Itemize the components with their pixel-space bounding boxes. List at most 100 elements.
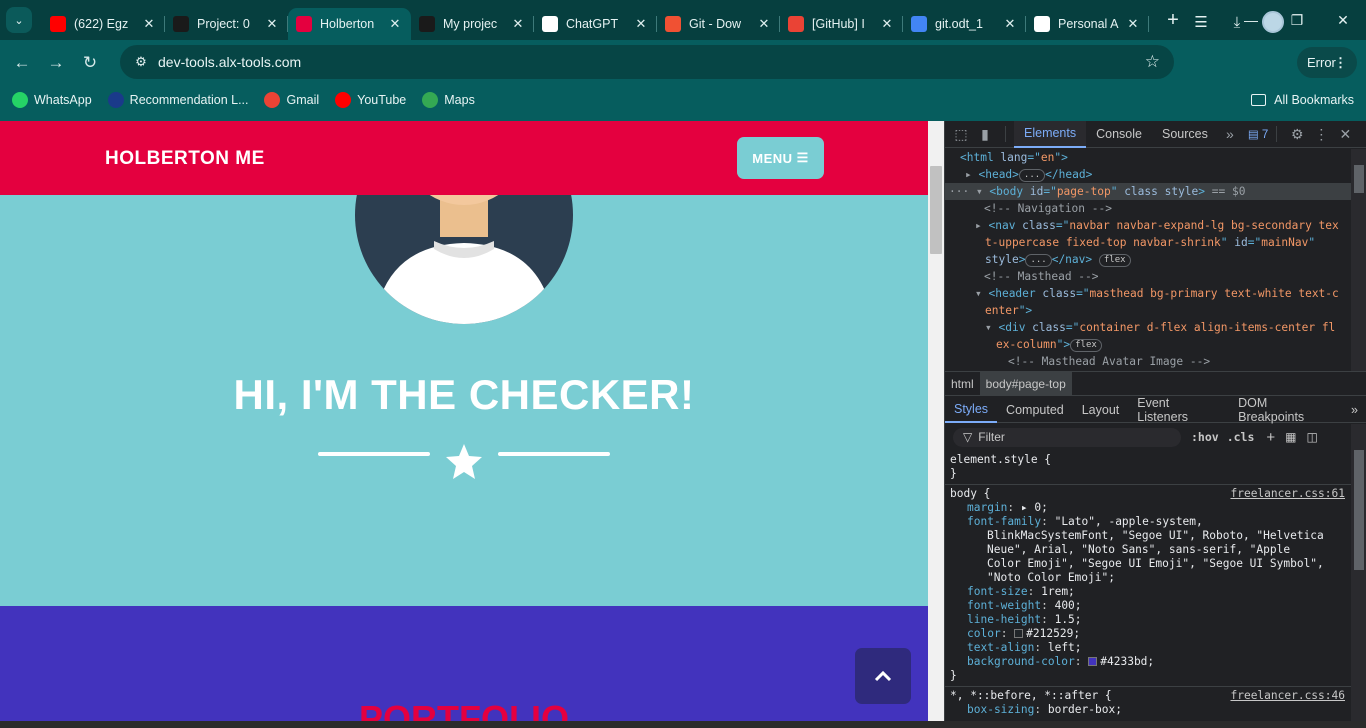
- devtools-tab-console[interactable]: Console: [1086, 121, 1152, 148]
- back-button[interactable]: ←: [5, 46, 39, 80]
- cls-toggle[interactable]: .cls: [1227, 430, 1255, 444]
- color-swatch[interactable]: [1088, 657, 1098, 666]
- close-tab-icon[interactable]: ✕: [1125, 16, 1141, 32]
- dom-node-body[interactable]: ··· ▾ <body id="page-top" class style> =…: [945, 183, 1351, 200]
- add-rule-icon[interactable]: +: [1266, 429, 1275, 446]
- all-bookmarks-label: All Bookmarks: [1274, 93, 1354, 107]
- media-controls-icon[interactable]: ☰: [1188, 8, 1214, 36]
- rule-body[interactable]: body { freelancer.css:61 margin: ▸ 0; fo…: [945, 485, 1351, 687]
- rule-source-link[interactable]: freelancer.css:46: [1230, 689, 1345, 703]
- styles-filter-input[interactable]: ▽ Filter: [953, 427, 1181, 447]
- bookmark-item[interactable]: YouTube: [335, 92, 406, 108]
- dom-scrollbar[interactable]: [1351, 149, 1366, 371]
- devtools-tab-sources[interactable]: Sources: [1152, 121, 1218, 148]
- bookmark-item[interactable]: Gmail: [264, 92, 319, 108]
- devtools-tab-elements[interactable]: Elements: [1014, 120, 1087, 148]
- sidebar-toggle-icon[interactable]: ◫: [1307, 430, 1318, 444]
- close-window-button[interactable]: ✕: [1320, 0, 1366, 40]
- tab-title: (622) Egz: [74, 17, 129, 31]
- color-swatch[interactable]: [1014, 629, 1024, 638]
- close-tab-icon[interactable]: ✕: [264, 16, 280, 32]
- holberton-icon: [296, 16, 312, 32]
- divider-line-right: [498, 452, 610, 456]
- device-toolbar-icon[interactable]: ▮: [973, 126, 997, 143]
- dom-comment-avatar[interactable]: <!-- Masthead Avatar Image -->: [945, 353, 1351, 370]
- gmail-icon: [264, 92, 281, 108]
- tab-styles[interactable]: Styles: [945, 398, 998, 423]
- bookmark-label: YouTube: [357, 93, 407, 107]
- inspect-element-icon[interactable]: ⬚: [949, 126, 973, 143]
- breadcrumb-body[interactable]: body#page-top: [979, 372, 1072, 395]
- tab-computed[interactable]: Computed: [997, 398, 1073, 423]
- close-tab-icon[interactable]: ✕: [1002, 16, 1018, 32]
- site-brand[interactable]: HOLBERTON ME: [105, 148, 265, 170]
- dom-comment-navigation[interactable]: <!-- Navigation -->: [945, 200, 1351, 217]
- profile-avatar[interactable]: [1260, 8, 1286, 36]
- browser-tab[interactable]: Personal A ✕: [1026, 8, 1149, 40]
- tab-search-button[interactable]: ⌄: [6, 7, 32, 33]
- site-info-icon[interactable]: ⚙: [126, 54, 156, 70]
- tab-event-listeners[interactable]: Event Listeners: [1128, 396, 1229, 424]
- error-profile-button[interactable]: Error ⋮: [1297, 47, 1357, 78]
- hov-toggle[interactable]: :hov: [1191, 430, 1219, 444]
- browser-tab[interactable]: Git - Dow ✕: [657, 8, 780, 40]
- dom-node-div[interactable]: ▾ <div class="container d-flex align-ite…: [945, 319, 1351, 336]
- more-vert-icon[interactable]: ⋮: [1309, 126, 1333, 143]
- breadcrumb-html[interactable]: html: [945, 377, 980, 391]
- close-tab-icon[interactable]: ✕: [141, 16, 157, 32]
- dom-node-header[interactable]: ▾ <header class="masthead bg-primary tex…: [945, 285, 1351, 302]
- styles-scrollbar[interactable]: [1351, 424, 1366, 721]
- bookmark-item[interactable]: WhatsApp: [12, 92, 92, 108]
- close-tab-icon[interactable]: ✕: [387, 16, 403, 32]
- forward-button[interactable]: →: [39, 46, 73, 80]
- page-scrollbar[interactable]: [928, 121, 944, 721]
- close-devtools-icon[interactable]: ✕: [1333, 126, 1357, 143]
- youtube-icon: [50, 16, 66, 32]
- close-tab-icon[interactable]: ✕: [879, 16, 895, 32]
- dom-node-head[interactable]: ▸ <head>... </head>: [945, 166, 1351, 183]
- more-tabs-icon[interactable]: »: [1218, 126, 1242, 142]
- github-icon: [1034, 16, 1050, 32]
- dom-comment-masthead[interactable]: <!-- Masthead -->: [945, 268, 1351, 285]
- tab-title: My projec: [443, 17, 498, 31]
- menu-button[interactable]: MENU ☰: [737, 137, 824, 179]
- browser-tab[interactable]: (622) Egz ✕: [42, 8, 165, 40]
- rule-element-style[interactable]: element.style { }: [945, 451, 1351, 485]
- address-bar[interactable]: ⚙ dev-tools.alx-tools.com ☆: [120, 45, 1174, 79]
- page-scrollbar-thumb[interactable]: [930, 166, 942, 254]
- browser-tab[interactable]: ChatGPT ✕: [534, 8, 657, 40]
- settings-gear-icon[interactable]: ⚙: [1285, 126, 1309, 143]
- browser-tab[interactable]: Holberton ✕: [288, 8, 411, 40]
- browser-tab[interactable]: [GitHub] I ✕: [780, 8, 903, 40]
- dom-node-nav[interactable]: ▸ <nav class="navbar navbar-expand-lg bg…: [945, 217, 1351, 234]
- flex-badge[interactable]: flex: [1070, 338, 1102, 352]
- browser-tab[interactable]: git.odt_1 ✕: [903, 8, 1026, 40]
- tab-dom-breakpoints[interactable]: DOM Breakpoints: [1229, 396, 1342, 424]
- rule-source-link[interactable]: freelancer.css:61: [1230, 487, 1345, 501]
- all-bookmarks-button[interactable]: All Bookmarks: [1251, 93, 1354, 107]
- tab-layout[interactable]: Layout: [1073, 398, 1129, 423]
- filter-placeholder: Filter: [978, 430, 1005, 444]
- rule-universal[interactable]: *, *::before, *::after { freelancer.css:…: [945, 687, 1351, 720]
- bookmark-item[interactable]: Maps: [422, 92, 475, 108]
- browser-tab[interactable]: Project: 0 ✕: [165, 8, 288, 40]
- error-label: Error: [1307, 55, 1336, 70]
- git-icon: [665, 16, 681, 32]
- dom-node-html[interactable]: <html lang="en">: [945, 149, 1351, 166]
- paint-brush-icon[interactable]: ▦: [1285, 430, 1296, 444]
- close-tab-icon[interactable]: ✕: [510, 16, 526, 32]
- close-tab-icon[interactable]: ✕: [633, 16, 649, 32]
- bookmark-item[interactable]: Recommendation L...: [107, 92, 248, 108]
- menu-label: MENU: [752, 150, 793, 166]
- new-tab-button[interactable]: +: [1161, 9, 1185, 32]
- issues-badge[interactable]: ▤ 7: [1248, 127, 1268, 141]
- browser-tab[interactable]: My projec ✕: [411, 8, 534, 40]
- close-tab-icon[interactable]: ✕: [756, 16, 772, 32]
- scroll-to-top-button[interactable]: [855, 648, 911, 704]
- flex-badge[interactable]: flex: [1098, 253, 1131, 267]
- downloads-icon[interactable]: ⤓: [1224, 8, 1250, 36]
- more-tabs-icon[interactable]: »: [1342, 398, 1366, 423]
- chevron-down-icon: ⌄: [14, 14, 24, 27]
- bookmark-star-icon[interactable]: ☆: [1145, 52, 1160, 72]
- reload-button[interactable]: ↻: [73, 46, 107, 80]
